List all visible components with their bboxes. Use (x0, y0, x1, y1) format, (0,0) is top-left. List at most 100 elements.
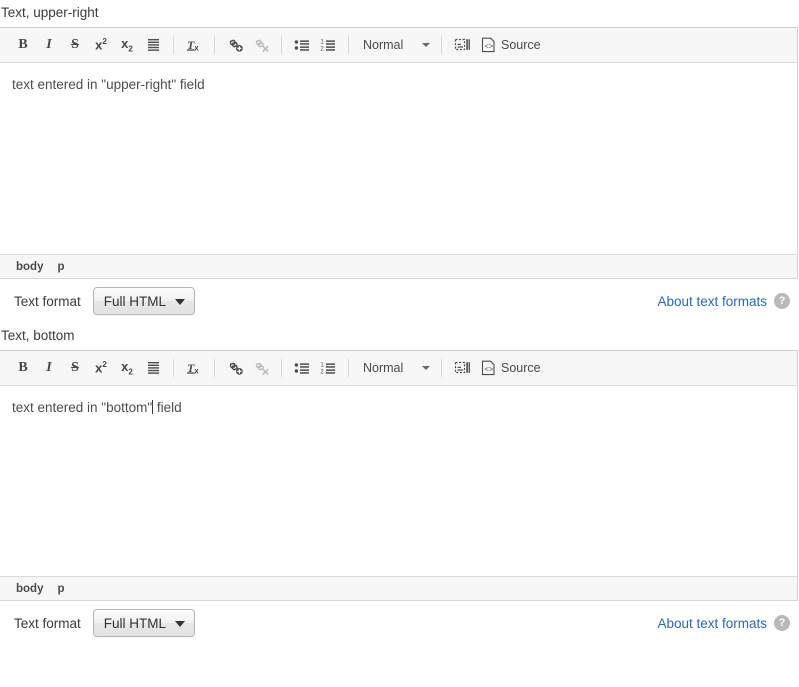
text-format-selected-value: Full HTML (104, 616, 166, 631)
superscript-button[interactable]: x2 (88, 356, 114, 380)
element-path-item-body[interactable]: body (16, 261, 43, 273)
editor-paragraph: text entered in "bottom" field (12, 398, 785, 417)
bold-button[interactable]: B (10, 356, 36, 380)
source-button[interactable]: <> Source (475, 33, 547, 57)
help-icon[interactable]: ? (774, 615, 790, 631)
chevron-down-icon (422, 43, 430, 47)
toolbar-group-links (222, 356, 274, 380)
chevron-down-icon (175, 299, 185, 305)
source-code-icon: <> (481, 37, 496, 53)
toolbar-separator-2 (214, 359, 215, 377)
numbered-list-button[interactable]: 1 2 (315, 33, 341, 57)
unlink-button[interactable] (248, 33, 274, 57)
element-path-item-p[interactable]: p (57, 583, 64, 595)
toolbar-separator-3 (281, 359, 282, 377)
svg-text:1: 1 (320, 363, 324, 369)
bold-icon: B (18, 360, 27, 376)
remove-format-button[interactable]: T x (181, 356, 207, 380)
toolbar-separator-1 (173, 36, 174, 54)
editable-area-bottom[interactable]: text entered in "bottom" field (0, 386, 797, 576)
link-button[interactable] (222, 356, 248, 380)
strikethrough-icon: S (71, 37, 79, 53)
superscript-icon: x2 (95, 37, 107, 52)
paragraph-format-value: Normal (363, 361, 403, 375)
field-label-upper-right: Text, upper-right (0, 0, 799, 27)
svg-text:<>: <> (484, 43, 494, 51)
paragraph-format-dropdown[interactable]: Normal (356, 356, 434, 380)
numbered-list-button[interactable]: 1 2 (315, 356, 341, 380)
text-format-select[interactable]: Full HTML (93, 609, 195, 637)
link-button[interactable] (222, 33, 248, 57)
subscript-button[interactable]: x2 (114, 356, 140, 380)
text-format-row-upper-right: Text format Full HTML About text formats… (0, 279, 799, 323)
toolbar-group-basic-styles: B I S x2 x2 (10, 33, 166, 57)
strikethrough-button[interactable]: S (62, 356, 88, 380)
bulleted-list-button[interactable] (289, 356, 315, 380)
toolbar-separator-2 (214, 36, 215, 54)
subscript-button[interactable]: x2 (114, 33, 140, 57)
ckeditor-bottom: B I S x2 x2 (0, 350, 798, 601)
text-before-caret: text entered in "bottom" (12, 400, 152, 415)
editor-toolbar-upper-right: B I S x2 x2 (0, 28, 797, 63)
svg-text:<>: <> (484, 366, 494, 374)
editable-area-upper-right[interactable]: text entered in "upper-right" field (0, 63, 797, 254)
editor-toolbar-bottom: B I S x2 x2 (0, 351, 797, 386)
bulleted-list-button[interactable] (289, 33, 315, 57)
svg-text:x: x (194, 43, 199, 52)
svg-text:2: 2 (320, 369, 324, 375)
unlink-button[interactable] (248, 356, 274, 380)
italic-button[interactable]: I (36, 356, 62, 380)
chevron-down-icon (422, 366, 430, 370)
superscript-button[interactable]: x2 (88, 33, 114, 57)
paragraph-format-value: Normal (363, 38, 403, 52)
toolbar-separator-1 (173, 359, 174, 377)
text-format-select[interactable]: Full HTML (93, 287, 195, 315)
toolbar-group-links (222, 33, 274, 57)
numbered-list-icon: 1 2 (320, 38, 336, 52)
toolbar-group-lists: 1 2 (289, 33, 341, 57)
element-path-upper-right: body p (0, 254, 797, 278)
svg-text:2: 2 (320, 46, 324, 52)
block-quote-icon (146, 361, 161, 375)
link-icon (227, 38, 244, 53)
toolbar-separator-3 (281, 36, 282, 54)
subscript-icon: x2 (121, 359, 133, 377)
paragraph-format-dropdown[interactable]: Normal (356, 33, 434, 57)
text-format-selected-value: Full HTML (104, 294, 166, 309)
block-quote-button[interactable] (140, 356, 166, 380)
toolbar-separator-5 (441, 359, 442, 377)
link-icon (227, 361, 244, 376)
about-text-formats-link[interactable]: About text formats (657, 294, 767, 309)
field-group-upper-right: Text, upper-right B I S x2 (0, 0, 799, 323)
remove-format-icon: T x (186, 361, 202, 376)
help-icon[interactable]: ? (774, 293, 790, 309)
element-path-item-body[interactable]: body (16, 583, 43, 595)
block-quote-button[interactable] (140, 33, 166, 57)
toolbar-group-basic-styles: B I S x2 x2 (10, 356, 166, 380)
element-path-item-p[interactable]: p (57, 261, 64, 273)
media-embed-icon (454, 361, 471, 376)
media-embed-button[interactable] (449, 33, 475, 57)
remove-format-button[interactable]: T x (181, 33, 207, 57)
field-label-bottom: Text, bottom (0, 323, 799, 350)
element-path-bottom: body p (0, 576, 797, 600)
unlink-icon (253, 38, 270, 53)
text-format-label: Text format (14, 294, 81, 309)
text-format-label: Text format (14, 616, 81, 631)
ckeditor-upper-right: B I S x2 x2 (0, 27, 798, 279)
media-embed-icon (454, 38, 471, 53)
toolbar-group-remove-format: T x (181, 356, 207, 380)
subscript-icon: x2 (121, 36, 133, 54)
text-format-row-bottom: Text format Full HTML About text formats… (0, 601, 799, 645)
toolbar-group-insert: <> Source (449, 356, 547, 380)
about-text-formats-link[interactable]: About text formats (657, 616, 767, 631)
strikethrough-button[interactable]: S (62, 33, 88, 57)
media-embed-button[interactable] (449, 356, 475, 380)
bold-button[interactable]: B (10, 33, 36, 57)
source-button[interactable]: <> Source (475, 356, 547, 380)
source-code-icon: <> (481, 360, 496, 376)
svg-text:1: 1 (320, 40, 324, 46)
italic-button[interactable]: I (36, 33, 62, 57)
block-quote-icon (146, 38, 161, 52)
numbered-list-icon: 1 2 (320, 361, 336, 375)
